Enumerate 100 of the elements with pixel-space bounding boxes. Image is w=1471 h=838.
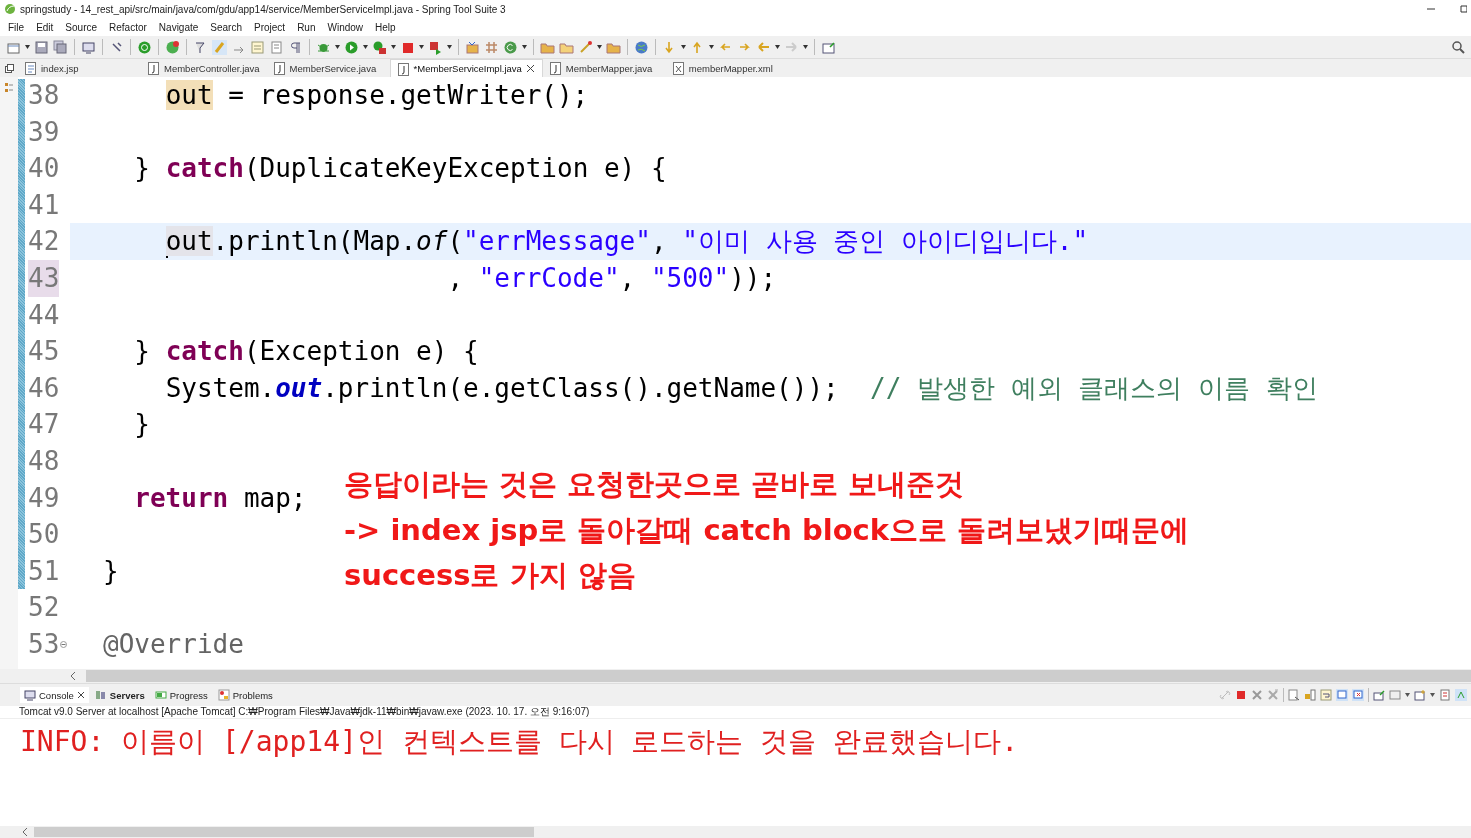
dropdown-caret-icon[interactable] xyxy=(709,45,714,49)
menu-item[interactable]: Edit xyxy=(30,21,60,33)
menu-item[interactable]: Help xyxy=(369,21,402,33)
dropdown-caret-icon[interactable] xyxy=(681,45,686,49)
monitor-icon[interactable] xyxy=(81,39,96,55)
search-icon[interactable] xyxy=(1451,40,1465,54)
scroll-left-icon[interactable] xyxy=(70,672,76,680)
annotation-text: success로 가지 않음 xyxy=(344,557,637,594)
maximize-icon[interactable] xyxy=(1459,3,1467,15)
document-icon[interactable] xyxy=(269,39,284,55)
save-all-icon[interactable] xyxy=(53,39,68,55)
code-line: @Override xyxy=(103,628,244,659)
menu-item[interactable]: Refactor xyxy=(103,21,153,33)
code-line: out.println(Map.of("errMessage", "이미 사용 중인 아이디입니다." xyxy=(165,226,1089,257)
close-icon[interactable] xyxy=(76,691,85,699)
dropdown-caret-icon[interactable] xyxy=(335,45,340,49)
view-tab[interactable]: Problems xyxy=(213,687,277,703)
annotation-text: 응답이라는 것은 요청한곳으로 곧바로 보내준것 xyxy=(344,466,966,503)
external-tool-icon[interactable] xyxy=(372,39,387,55)
grid-icon[interactable] xyxy=(484,39,499,55)
menu-item[interactable]: Source xyxy=(59,21,104,33)
editor-tab[interactable]: index.jsp xyxy=(18,59,141,77)
brush-icon[interactable] xyxy=(212,39,227,55)
close-icon[interactable] xyxy=(525,64,535,73)
dropdown-caret-icon[interactable] xyxy=(522,45,527,49)
dropdown-caret-icon[interactable] xyxy=(391,45,396,49)
dropdown-caret-icon[interactable] xyxy=(419,45,424,49)
code-line: System.out.println(e.getClass().getName()); // 발생한 예외 클래스의 이름 확인 xyxy=(165,372,1318,403)
xml-file-icon xyxy=(671,61,685,75)
view-tab[interactable]: Progress xyxy=(150,687,212,703)
process-description: Tomcat v9.0 Server at localhost [Apache Tomcat] C:₩Program Files₩Java₩jdk-11₩bin₩javaw.exe (2023. 10. 17. 오전 9:16:07) xyxy=(18,706,591,718)
code-line: } xyxy=(134,409,150,440)
power-icon[interactable] xyxy=(137,39,152,55)
window-title: springstudy - 14_rest_api/src/main/java/com/gdu/app14/service/MemberServiceImpl.java - Spring Tool Suite 3 xyxy=(20,3,507,15)
pin-console-icon[interactable] xyxy=(1373,689,1385,701)
globe-icon[interactable] xyxy=(634,39,649,55)
problems-icon xyxy=(217,689,230,701)
clear-console-icon[interactable] xyxy=(1288,689,1300,701)
menu-item[interactable]: Project xyxy=(248,21,292,33)
line-number: 46 xyxy=(28,371,60,405)
line-number: 41 xyxy=(28,188,60,222)
dropdown-caret-icon[interactable] xyxy=(25,45,30,49)
stop-icon[interactable] xyxy=(1235,689,1247,701)
console-output: INFO: 이름이 [/app14]인 컨텍스트를 다시 로드하는 것을 완료했습니다. xyxy=(20,725,1018,758)
editor-tab[interactable]: MemberController.java xyxy=(141,59,267,77)
wand-icon[interactable] xyxy=(578,39,593,55)
servers-icon xyxy=(94,689,107,701)
dropdown-caret-icon[interactable] xyxy=(803,45,808,49)
restore-icon[interactable] xyxy=(4,63,14,73)
menu-item[interactable]: Search xyxy=(204,21,248,33)
editor-tab[interactable]: MemberMapper.java xyxy=(542,59,666,77)
progress-icon xyxy=(154,689,167,701)
editor-tab[interactable]: memberMapper.xml xyxy=(665,59,789,77)
window-icon[interactable] xyxy=(821,39,836,55)
package-icon[interactable] xyxy=(465,39,480,55)
line-number: 43 xyxy=(28,259,60,297)
remove-icon[interactable] xyxy=(1251,689,1263,701)
dropdown-caret-icon[interactable] xyxy=(1430,693,1435,697)
dropdown-caret-icon[interactable] xyxy=(597,45,602,49)
line-number: 40 xyxy=(28,152,60,186)
collapse-icon[interactable] xyxy=(60,640,68,648)
scroll-left-icon[interactable] xyxy=(22,828,28,836)
document-icon xyxy=(24,61,37,75)
menu-item[interactable]: Navigate xyxy=(152,21,205,33)
lock-icon[interactable] xyxy=(1304,689,1316,701)
line-number: 38 xyxy=(28,79,60,112)
annotation-text: -> index jsp로 돌아갈때 catch block으로 돌려보냈기때문에 xyxy=(344,511,1190,549)
editor-tab[interactable]: *MemberServiceImpl.java xyxy=(389,59,543,77)
java-file-icon xyxy=(147,61,160,75)
display-console-icon[interactable] xyxy=(1389,689,1401,701)
leaf-icon xyxy=(4,3,16,15)
maximize-view-icon[interactable] xyxy=(1455,689,1467,701)
menu-item[interactable]: File xyxy=(2,21,31,33)
minimize-view-icon[interactable] xyxy=(1439,689,1451,701)
line-number: 49 xyxy=(28,481,60,515)
outline-icon[interactable] xyxy=(5,83,13,93)
menu-item[interactable]: Run xyxy=(291,21,322,33)
refresh-icon[interactable] xyxy=(165,39,180,55)
scrollbar-thumb[interactable] xyxy=(86,670,1471,682)
java-file-icon xyxy=(548,61,562,75)
dropdown-caret-icon[interactable] xyxy=(1405,693,1410,697)
show-output-icon[interactable] xyxy=(1336,689,1348,701)
word-wrap-icon[interactable] xyxy=(1320,689,1332,701)
line-number: 39 xyxy=(28,115,60,149)
new-console-icon[interactable] xyxy=(1414,689,1426,701)
dropdown-caret-icon[interactable] xyxy=(447,45,452,49)
view-tab[interactable]: Console xyxy=(20,687,89,703)
line-number: 47 xyxy=(28,408,60,442)
menu-item[interactable]: Window xyxy=(321,21,370,33)
deploy-icon[interactable] xyxy=(428,39,443,55)
view-tab[interactable]: Servers xyxy=(90,687,149,703)
scrollbar-thumb[interactable] xyxy=(34,827,534,837)
remove-all-icon[interactable] xyxy=(1267,689,1279,701)
dropdown-caret-icon[interactable] xyxy=(775,45,780,49)
dropdown-caret-icon[interactable] xyxy=(363,45,368,49)
editor-tab[interactable]: MemberService.java xyxy=(266,59,390,77)
show-error-icon[interactable] xyxy=(1352,689,1364,701)
code-line: } catch(DuplicateKeyException e) { xyxy=(134,153,667,184)
line-number: 48 xyxy=(28,444,60,478)
pilcrow-icon[interactable] xyxy=(288,39,303,55)
